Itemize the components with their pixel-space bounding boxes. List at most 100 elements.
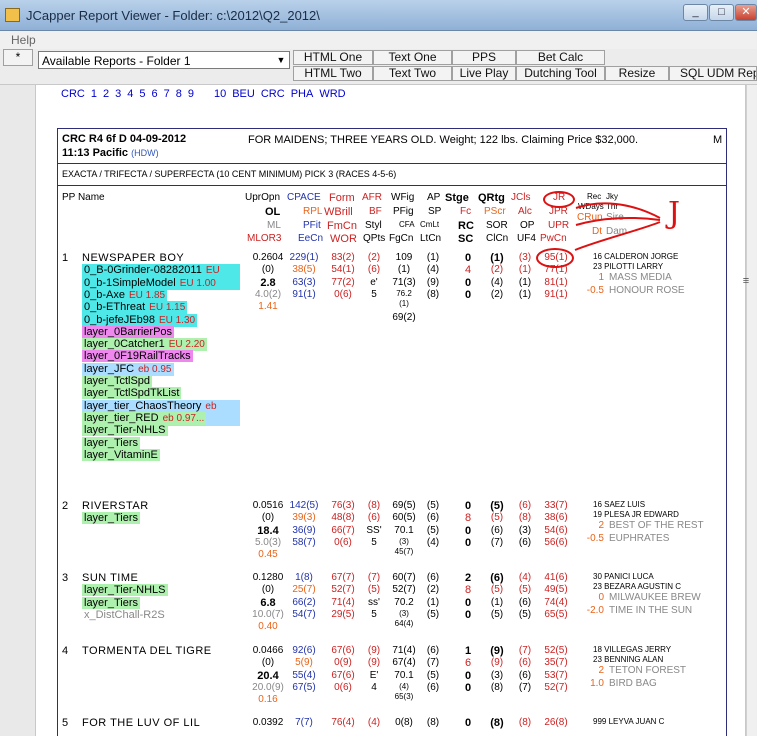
horse-name[interactable]: RIVERSTAR — [82, 500, 149, 512]
sire-dam-line: 2 BEST OF THE REST — [582, 520, 703, 531]
model-tag[interactable]: layer_0Catcher1 EU 2.20 — [82, 338, 207, 352]
live-play-button[interactable]: Live Play — [452, 66, 516, 81]
horse-name[interactable]: SUN TIME — [82, 572, 138, 584]
annotation-circle-jpr — [536, 248, 574, 268]
track-link[interactable]: 1 — [91, 88, 97, 100]
model-tag[interactable]: layer_Tier-NHLS — [82, 424, 168, 437]
star-button[interactable]: * — [3, 49, 33, 66]
model-tag-name: layer_Tier-NHLS — [84, 584, 166, 597]
menu-bar: Help — [0, 31, 757, 49]
model-tag[interactable]: layer_Tiers — [82, 596, 140, 609]
model-tag[interactable]: 0_b-EThreat EU 1.15 — [82, 301, 188, 315]
model-tag[interactable]: 0_b-1SimpleModel EU 1.00 — [82, 276, 218, 290]
race-corner-flag: M — [713, 134, 723, 146]
stat-cell: 64(4) — [394, 619, 414, 628]
stat-cell: (4) — [490, 276, 504, 288]
track-link[interactable]: 6 — [151, 88, 157, 100]
pp-number: 2 — [62, 500, 69, 512]
close-button[interactable]: ✕ — [735, 4, 757, 21]
stat-cell: 69(5) — [392, 500, 416, 511]
html-one-button[interactable]: HTML One — [293, 50, 373, 65]
minimize-button[interactable]: _ — [683, 4, 708, 21]
jockey-trainer: 23 BEZARA AGUSTIN C — [593, 582, 682, 591]
post-time-text: 11:13 Pacific — [62, 147, 129, 159]
track-link[interactable]: 9 — [188, 88, 194, 100]
stat-cell: 29(5) — [331, 608, 355, 620]
track-link[interactable]: 7 — [164, 88, 170, 100]
model-tag[interactable]: 0_b-jefeJEb98 EU 1.30 — [82, 313, 198, 327]
track-link[interactable]: BEU — [232, 88, 255, 100]
stat-cell: 26(8) — [544, 717, 568, 728]
model-tag[interactable]: layer_Tiers — [82, 436, 140, 449]
track-link[interactable]: PHA — [291, 88, 314, 100]
hdw-tag: (HDW) — [131, 148, 159, 158]
stat-cell: 7(7) — [295, 717, 313, 728]
dutching-tool-button[interactable]: Dutching Tool — [516, 66, 605, 81]
jockey-trainer: 18 VILLEGAS JERRY — [593, 645, 672, 654]
html-two-button[interactable]: HTML Two — [293, 66, 373, 81]
col-header-wbrill: WBrill — [324, 206, 353, 218]
model-tag[interactable]: layer_tier_RED eb 0.97... — [82, 411, 207, 425]
model-tag[interactable]: layer_JFC eb 0.95 — [82, 362, 174, 376]
col-header-alc: Alc — [518, 206, 532, 217]
model-tag[interactable]: x_DistChall-R2S — [82, 609, 167, 621]
chevron-down-icon[interactable]: ▼ — [274, 53, 288, 67]
stat-cell: 67(6) — [331, 645, 355, 656]
jockey-trainer: 999 LEYVA JUAN C — [593, 717, 665, 726]
report-select[interactable]: Available Reports - Folder 1 ▼ — [38, 51, 290, 69]
track-link[interactable]: WRD — [319, 88, 345, 100]
model-tag-name: 0_b-Axe — [84, 288, 125, 301]
stat-cell: 38(6) — [544, 512, 568, 524]
track-link[interactable]: 2 — [103, 88, 109, 100]
pps-button[interactable]: PPS — [452, 50, 516, 65]
track-link[interactable]: CRC — [261, 88, 285, 100]
track-link[interactable]: 8 — [176, 88, 182, 100]
model-tag[interactable]: layer_TctlSpd — [82, 375, 153, 387]
model-tag[interactable]: layer_Tiers — [82, 512, 140, 525]
stat-cell: 0(6) — [334, 536, 352, 548]
model-tag-name: layer_TctlSpdTkList — [84, 387, 180, 400]
resize-button[interactable]: Resize — [605, 66, 669, 81]
track-link[interactable]: 4 — [127, 88, 133, 100]
track-link[interactable]: 3 — [115, 88, 121, 100]
menu-help[interactable]: Help — [11, 33, 36, 47]
stat-cell: 63(3) — [292, 276, 316, 288]
stat-cell: 67(4) — [392, 657, 416, 669]
sire-dam-line: 0 MILWAUKEE BREW — [582, 592, 700, 603]
model-tag[interactable]: layer_Tier-NHLS — [82, 584, 168, 597]
stat-cell: 74(4) — [544, 596, 568, 608]
track-link[interactable]: 10 — [214, 88, 226, 100]
col-header-rc: RC — [458, 220, 474, 232]
track-link[interactable]: CRC — [61, 88, 85, 100]
sire-value: 0 — [598, 592, 604, 603]
sql-udm-report-button[interactable]: SQL UDM Report — [669, 66, 757, 81]
model-tag[interactable]: 0_b-Axe EU 1.85 — [82, 288, 168, 302]
model-tag[interactable]: layer_VitaminE — [82, 448, 160, 461]
pp-number: 1 — [62, 252, 69, 264]
model-tag[interactable]: layer_0BarrierPos — [82, 325, 175, 338]
col-header-cfa: CFA — [399, 220, 415, 229]
stat-cell: (8) — [490, 717, 504, 729]
stat-cell: 5 — [371, 288, 377, 300]
stat-cell: 2.8 — [260, 276, 276, 289]
stat-cell: 66(2) — [292, 596, 316, 608]
maximize-button[interactable]: □ — [709, 4, 734, 21]
stat-cell: 4 — [464, 264, 472, 277]
stat-cell: 6.8 — [260, 596, 276, 609]
bet-calc-button[interactable]: Bet Calc — [516, 50, 605, 65]
col-header-fmcn: FmCn — [327, 220, 357, 232]
vertical-scrollbar[interactable] — [746, 85, 757, 736]
stat-cell: 81(1) — [544, 276, 568, 288]
text-one-button[interactable]: Text One — [373, 50, 452, 65]
horse-name[interactable]: NEWSPAPER BOY — [82, 252, 184, 264]
model-tag[interactable]: layer_0F19RailTracks — [82, 350, 193, 363]
scroll-thumb-grip-icon[interactable]: ≡ — [737, 275, 755, 289]
track-link[interactable]: 5 — [139, 88, 145, 100]
stat-cell: 20.0(9) — [252, 681, 284, 693]
stat-cell: 70.1 — [394, 670, 414, 681]
horse-name[interactable]: FOR THE LUV OF LIL — [82, 717, 200, 729]
model-tag[interactable]: layer_TctlSpdTkList — [82, 387, 182, 400]
horse-name[interactable]: TORMENTA DEL TIGRE — [82, 645, 212, 657]
text-two-button[interactable]: Text Two — [373, 66, 452, 81]
stat-cell: 76(4) — [331, 717, 355, 728]
